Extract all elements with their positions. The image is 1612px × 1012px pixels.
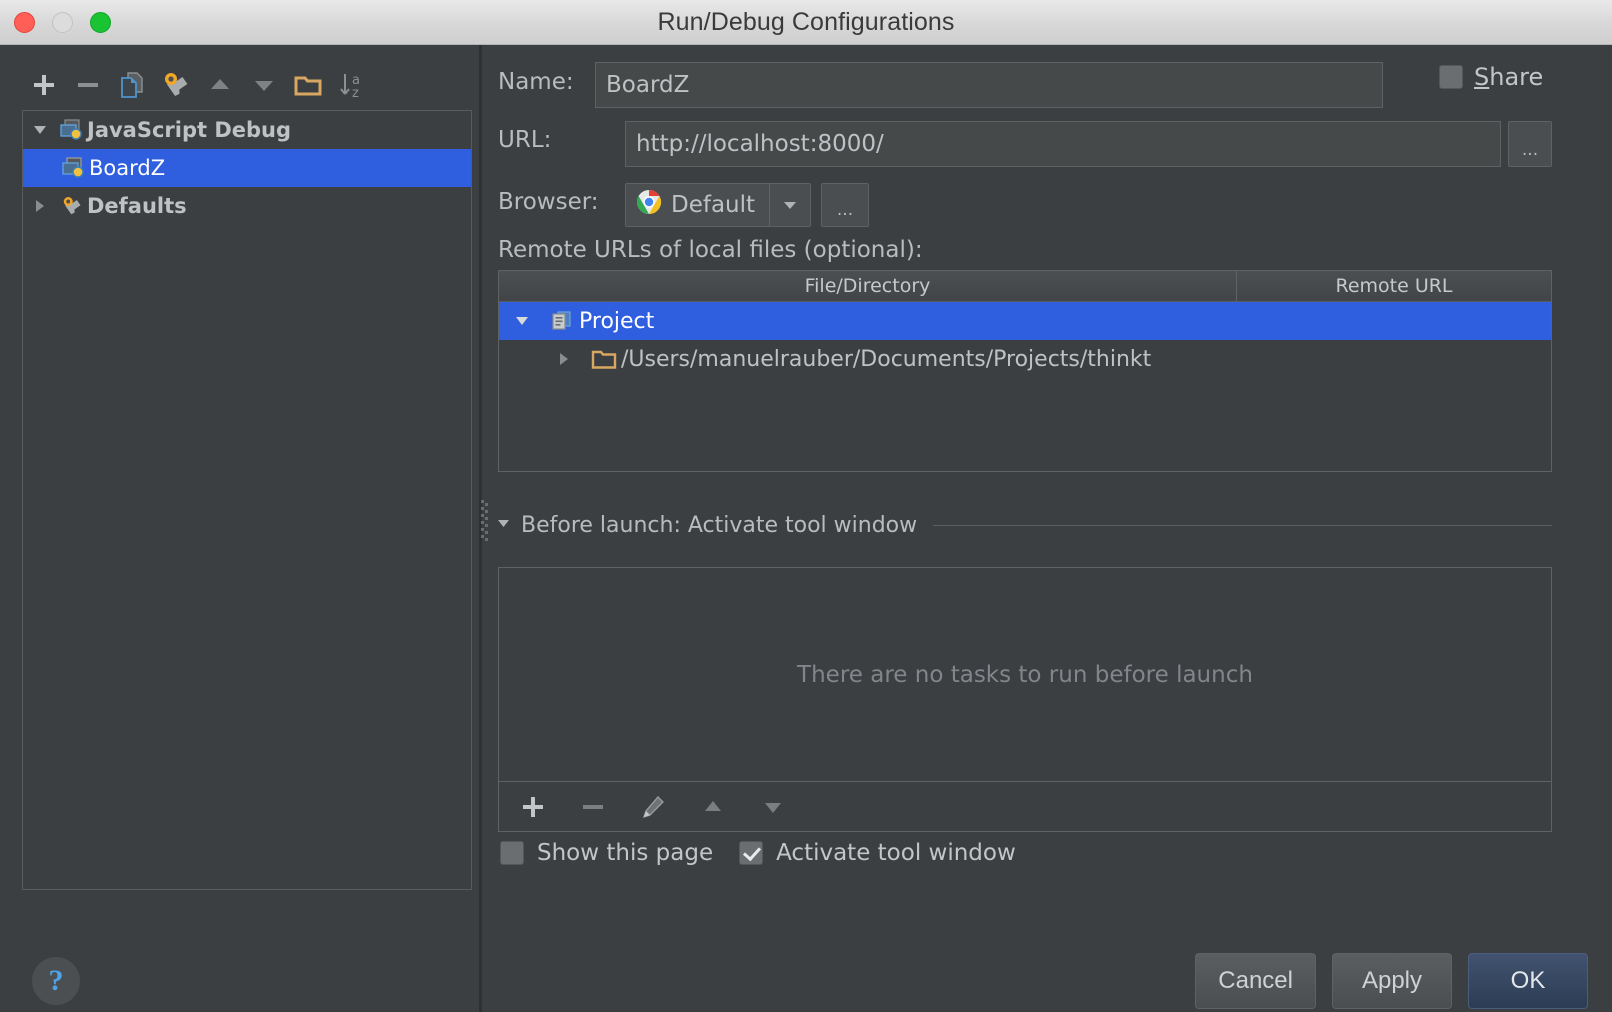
chevron-down-icon[interactable]: [770, 184, 810, 226]
cancel-button[interactable]: Cancel: [1195, 953, 1316, 1009]
launch-options-row: Show this page Activate tool window: [500, 840, 1029, 866]
tree-item-label: BoardZ: [89, 156, 165, 180]
edit-defaults-wrench-button[interactable]: [154, 63, 198, 107]
table-row[interactable]: Project: [499, 302, 1551, 340]
js-debug-icon: [57, 118, 87, 142]
remove-configuration-button[interactable]: [66, 63, 110, 107]
before-launch-section-header[interactable]: Before launch: Activate tool window: [496, 513, 1552, 538]
table-header-row: File/Directory Remote URL: [499, 271, 1551, 302]
table-row[interactable]: /Users/manuelrauber/Documents/Projects/t…: [499, 340, 1551, 378]
browser-label: Browser:: [498, 189, 599, 215]
before-launch-toolbar: [498, 782, 1552, 832]
remote-urls-label: Remote URLs of local files (optional):: [498, 237, 923, 263]
share-label: Share: [1474, 63, 1543, 91]
apply-button[interactable]: Apply: [1332, 953, 1452, 1009]
project-icon: [545, 309, 579, 333]
help-button[interactable]: ?: [32, 957, 80, 1005]
name-input[interactable]: BoardZ: [595, 62, 1383, 108]
collapse-twisty-down-icon[interactable]: [496, 516, 511, 535]
show-this-page-checkbox[interactable]: [500, 841, 524, 865]
folder-icon: [587, 348, 621, 370]
share-label-rest: hare: [1489, 63, 1543, 91]
chrome-icon: [636, 189, 662, 221]
wrench-icon: [57, 194, 87, 218]
column-header-file-directory[interactable]: File/Directory: [499, 271, 1237, 301]
name-label: Name:: [498, 69, 574, 95]
move-task-up-button[interactable]: [691, 785, 735, 829]
activate-tool-window-label: Activate tool window: [776, 840, 1016, 866]
tree-item-label: JavaScript Debug: [87, 118, 291, 142]
copy-configuration-button[interactable]: [110, 63, 154, 107]
url-browse-button[interactable]: ...: [1508, 121, 1552, 167]
url-label: URL:: [498, 127, 551, 153]
move-down-button[interactable]: [242, 63, 286, 107]
create-folder-button[interactable]: [286, 63, 330, 107]
remove-task-button[interactable]: [571, 785, 615, 829]
add-configuration-button[interactable]: [22, 63, 66, 107]
ok-button[interactable]: OK: [1468, 953, 1588, 1009]
tree-item-defaults[interactable]: Defaults: [23, 187, 471, 225]
activate-tool-window-checkbox[interactable]: [739, 841, 763, 865]
configurations-toolbar: a z: [22, 60, 472, 110]
expand-twisty-down-icon[interactable]: [23, 121, 57, 139]
move-up-button[interactable]: [198, 63, 242, 107]
table-cell-file-directory: Project: [579, 309, 654, 334]
activate-tool-window-group[interactable]: Activate tool window: [739, 840, 1016, 866]
configurations-tree[interactable]: JavaScript Debug BoardZ: [22, 110, 472, 890]
show-this-page-group[interactable]: Show this page: [500, 840, 713, 866]
expand-twisty-down-icon[interactable]: [499, 312, 545, 330]
before-launch-tasks-list[interactable]: There are no tasks to run before launch: [498, 567, 1552, 782]
browser-selected-value: Default: [671, 192, 755, 218]
expand-twisty-right-icon[interactable]: [23, 197, 57, 215]
window-title-bar: Run/Debug Configurations: [0, 0, 1612, 45]
tree-item-javascript-debug[interactable]: JavaScript Debug: [23, 111, 471, 149]
remote-urls-table[interactable]: File/Directory Remote URL Project: [498, 270, 1552, 472]
browser-selected-value-container[interactable]: Default: [626, 184, 770, 226]
before-launch-empty-message: There are no tasks to run before launch: [797, 662, 1253, 688]
sort-configurations-button[interactable]: a z: [330, 63, 374, 107]
share-checkbox[interactable]: [1439, 65, 1463, 89]
js-debug-icon: [59, 156, 89, 180]
show-this-page-label: Show this page: [537, 840, 713, 866]
dialog-buttons: Cancel Apply OK: [1195, 953, 1588, 1009]
window-title: Run/Debug Configurations: [0, 0, 1612, 45]
move-task-down-button[interactable]: [751, 785, 795, 829]
table-cell-file-directory: /Users/manuelrauber/Documents/Projects/t…: [621, 347, 1151, 372]
section-divider: [933, 525, 1552, 526]
tree-item-boardz[interactable]: BoardZ: [23, 149, 471, 187]
configuration-editor: Name: BoardZ Share URL: http://localhost…: [484, 45, 1612, 1012]
share-mnemonic: S: [1474, 63, 1489, 91]
url-input[interactable]: http://localhost:8000/: [625, 121, 1501, 167]
browser-config-button[interactable]: ...: [821, 183, 869, 227]
share-checkbox-row[interactable]: Share: [1439, 63, 1543, 91]
dialog-body: a z JavaScript Debug: [0, 45, 1612, 1012]
tree-item-label: Defaults: [87, 194, 187, 218]
add-task-button[interactable]: [511, 785, 555, 829]
expand-twisty-right-icon[interactable]: [541, 350, 587, 368]
column-header-remote-url[interactable]: Remote URL: [1237, 271, 1551, 301]
edit-task-pencil-icon[interactable]: [631, 785, 675, 829]
svg-text:z: z: [352, 86, 359, 101]
browser-select[interactable]: Default: [625, 183, 811, 227]
before-launch-title: Before launch: Activate tool window: [521, 513, 917, 538]
